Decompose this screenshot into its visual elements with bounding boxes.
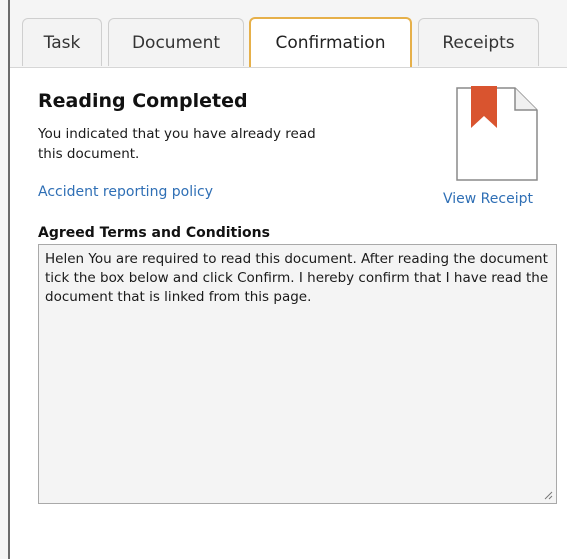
tab-task[interactable]: Task bbox=[22, 18, 102, 66]
terms-text: Helen You are required to read this docu… bbox=[45, 251, 549, 305]
tab-confirmation[interactable]: Confirmation bbox=[249, 17, 412, 67]
tab-document[interactable]: Document bbox=[108, 18, 244, 66]
confirmation-description: You indicated that you have already read… bbox=[38, 126, 316, 162]
resize-grip-icon[interactable] bbox=[543, 490, 553, 500]
tab-task-label: Task bbox=[43, 32, 81, 53]
document-icon[interactable] bbox=[455, 86, 539, 182]
tab-receipts[interactable]: Receipts bbox=[418, 18, 539, 66]
tab-receipts-label: Receipts bbox=[442, 32, 515, 53]
view-receipt-link[interactable]: View Receipt bbox=[443, 191, 533, 207]
document-link[interactable]: Accident reporting policy bbox=[38, 184, 213, 200]
tab-document-label: Document bbox=[131, 32, 221, 53]
terms-textarea[interactable]: Helen You are required to read this docu… bbox=[38, 244, 557, 504]
page-title: Reading Completed bbox=[38, 90, 248, 112]
tab-confirmation-label: Confirmation bbox=[275, 33, 386, 53]
terms-label: Agreed Terms and Conditions bbox=[38, 225, 270, 241]
